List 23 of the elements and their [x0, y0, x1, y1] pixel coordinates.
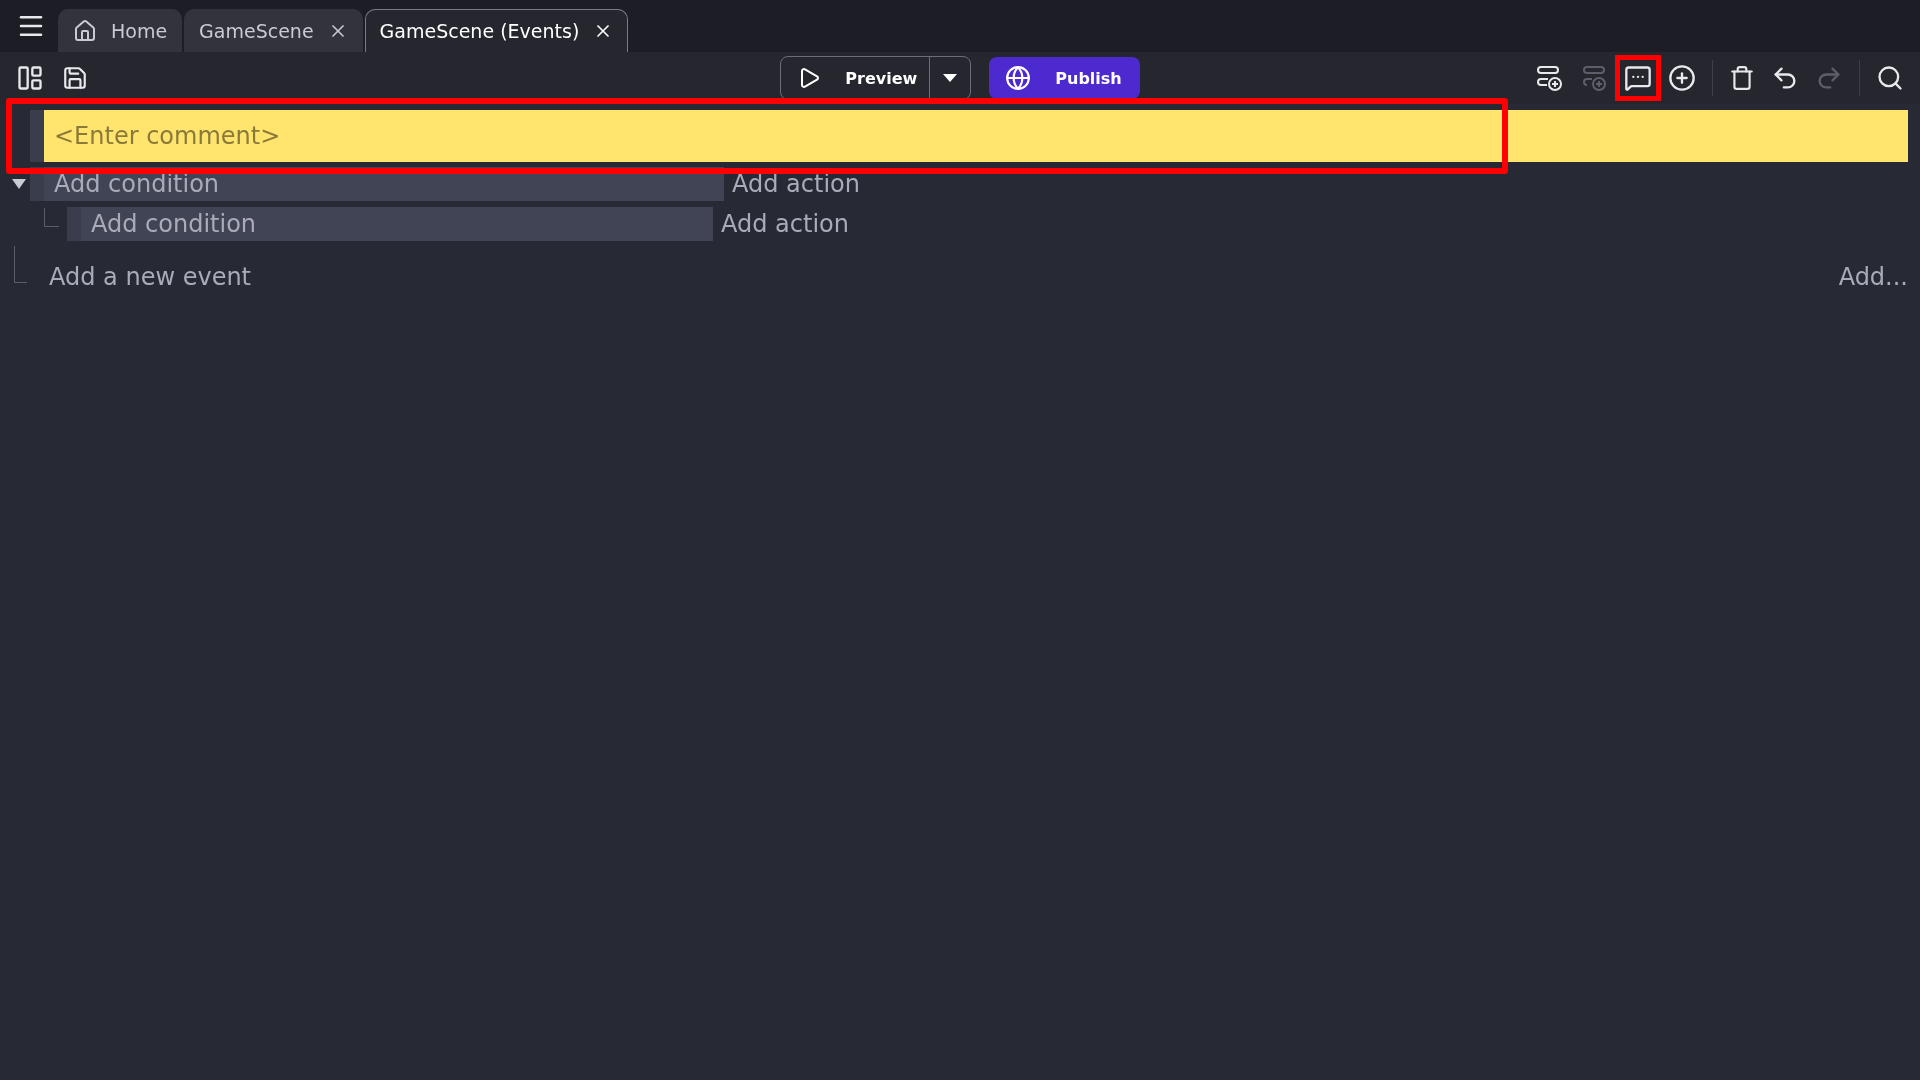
tab-label: Home — [111, 20, 168, 42]
add-action[interactable]: Add action — [713, 210, 849, 238]
tab-label: GameScene (Events) — [379, 20, 580, 42]
globe-icon — [1005, 65, 1032, 91]
caret-icon — [943, 74, 958, 82]
tab-label: GameScene — [199, 20, 314, 42]
drag-handle[interactable] — [67, 207, 81, 241]
add-action[interactable]: Add action — [724, 170, 860, 198]
add-menu-link[interactable]: Add... — [1838, 262, 1908, 291]
tree-line — [14, 246, 27, 283]
comment-field[interactable]: <Enter comment> — [44, 110, 1908, 162]
preview-button[interactable]: Preview — [781, 57, 931, 99]
tab[interactable]: Home — [58, 9, 183, 52]
comment-icon[interactable] — [1615, 55, 1661, 101]
home-icon — [73, 19, 97, 43]
publish-button[interactable]: Publish — [989, 57, 1140, 99]
tab[interactable]: GameScene (Events) — [364, 9, 629, 52]
drag-handle[interactable] — [30, 110, 44, 162]
collapse-icon[interactable] — [12, 179, 26, 189]
add-event-link[interactable]: Add a new event — [49, 262, 252, 291]
tree-line — [44, 207, 59, 227]
tab[interactable]: GameScene — [184, 9, 363, 52]
add-condition[interactable]: Add condition — [81, 207, 713, 241]
